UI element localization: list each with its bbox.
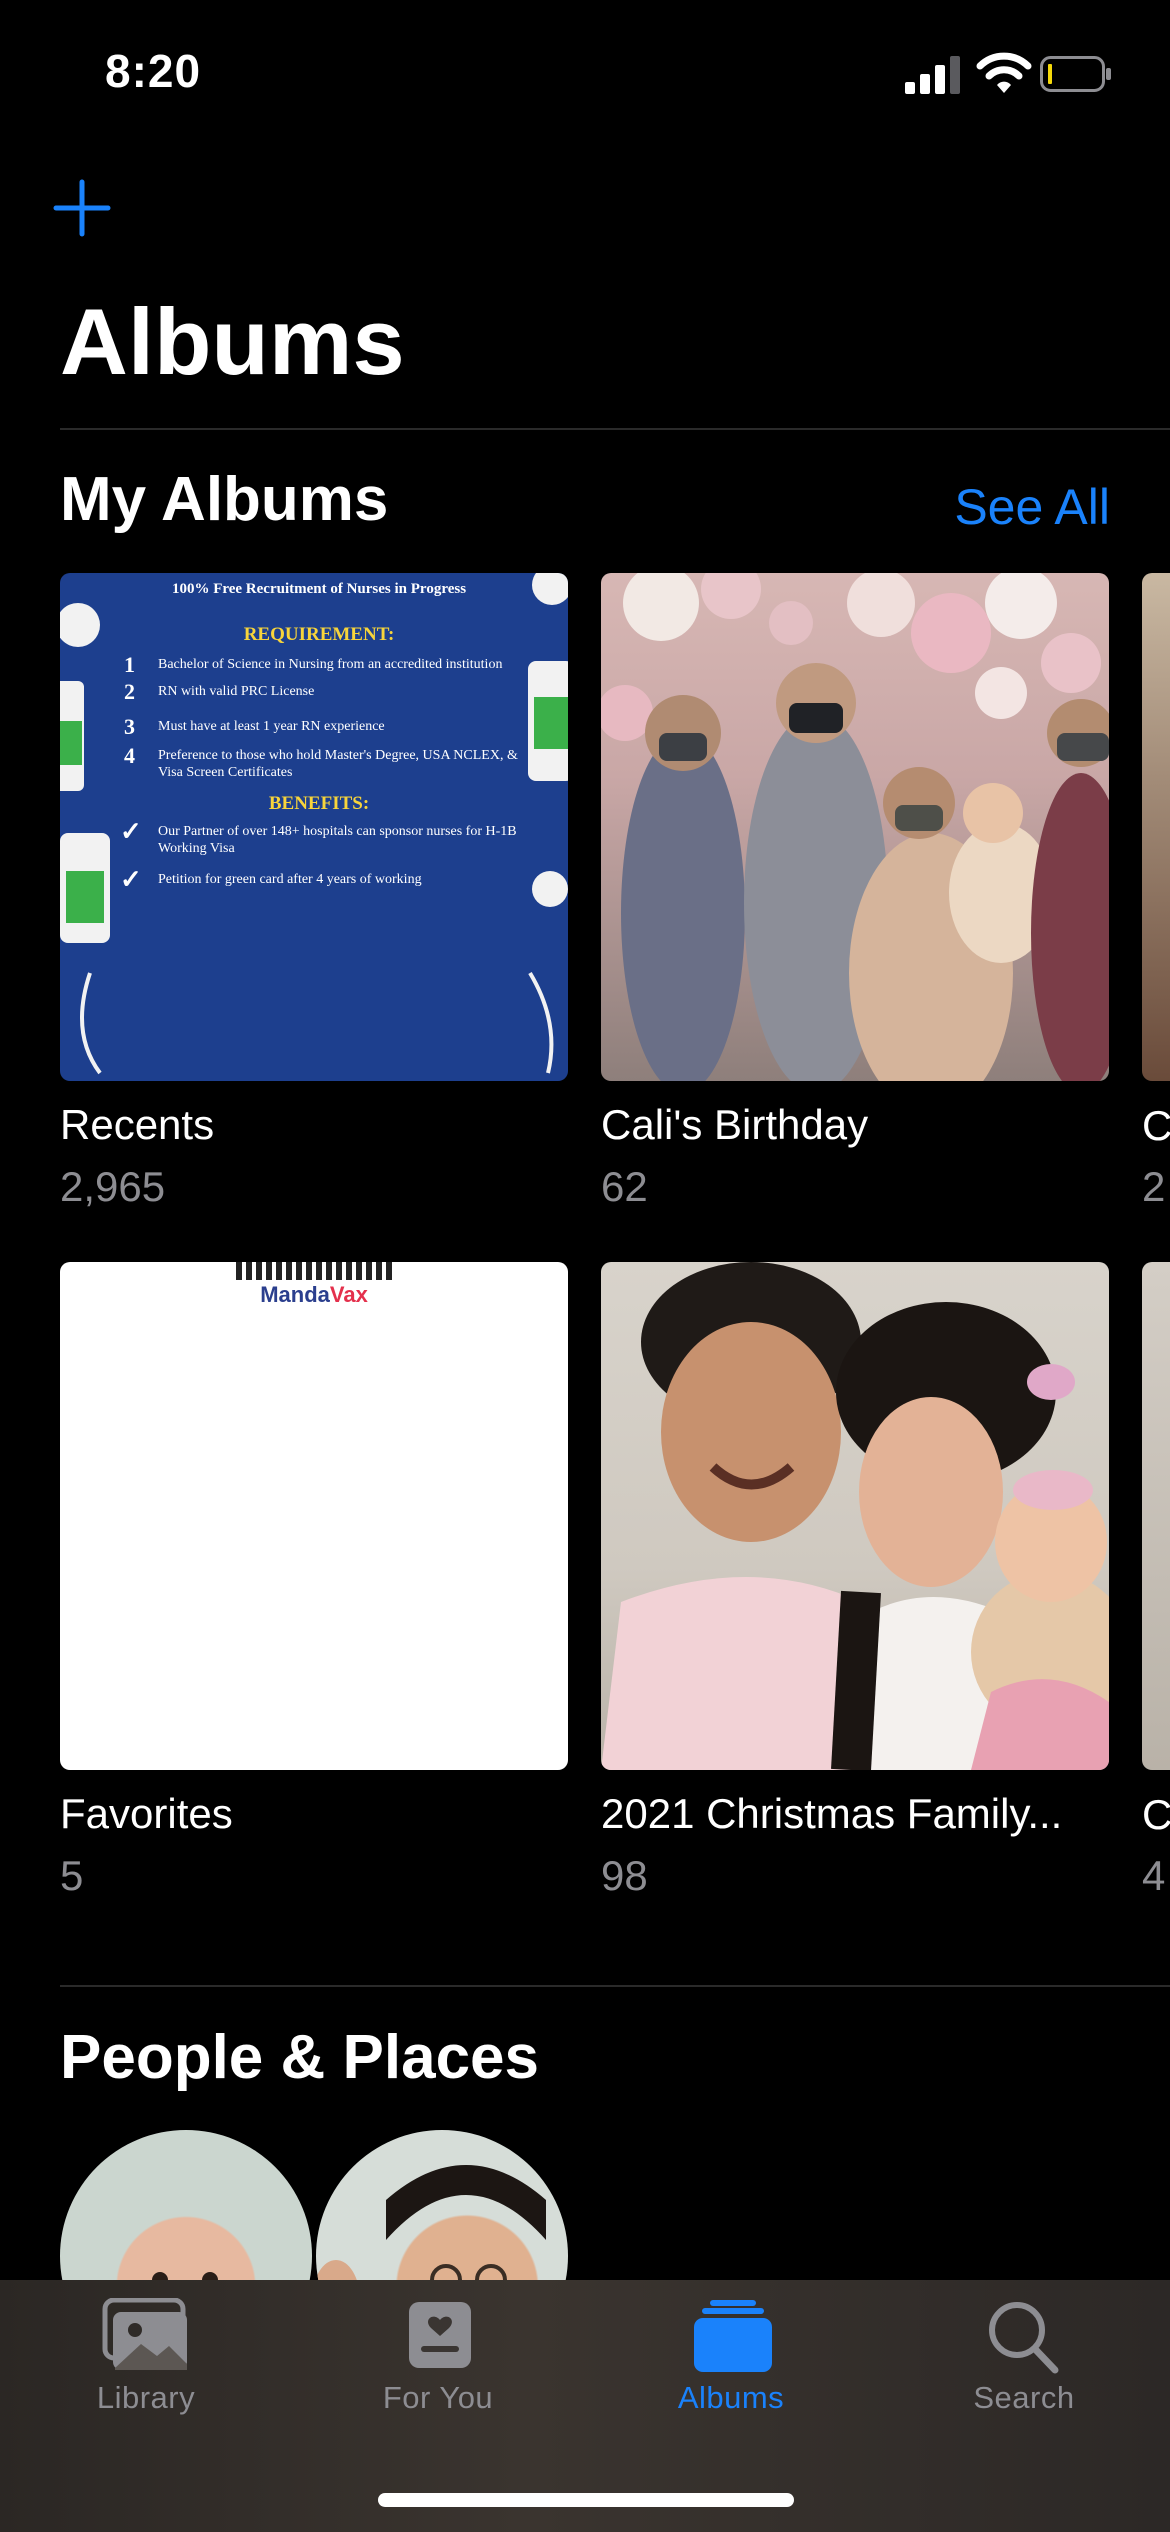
albums-icon	[694, 2300, 772, 2372]
album-count: 5	[60, 1852, 84, 1899]
tab-library[interactable]: Library	[26, 2298, 266, 2416]
requirement-item: 3 Must have at least 1 year RN experience	[124, 714, 385, 739]
divider	[60, 428, 1170, 430]
battery-icon	[1040, 56, 1111, 92]
album-name: C	[1142, 1102, 1170, 1149]
home-indicator	[378, 2493, 794, 2507]
wifi-icon	[976, 52, 1032, 93]
album-name: C	[1142, 1791, 1170, 1838]
album-count: 62	[601, 1163, 648, 1210]
tab-for-you[interactable]: For You	[318, 2298, 558, 2416]
tab-label: For You	[382, 2380, 494, 2415]
album-peek-thumbnail[interactable]	[1142, 1262, 1170, 1770]
album-name: Recents	[60, 1101, 215, 1148]
page-title: Albums	[60, 289, 405, 394]
status-bar: 8:20	[0, 0, 1170, 150]
album-thumbnail	[601, 573, 1109, 1081]
album-christmas-family[interactable]: 2021 Christmas Family... 98	[601, 1262, 1109, 1900]
album-thumbnail: 100% Free Recruitment of Nurses in Progr…	[60, 573, 568, 1081]
for-you-icon	[409, 2302, 471, 2368]
status-time: 8:20	[105, 45, 202, 97]
people-places-title: People & Places	[60, 2023, 540, 2092]
cellular-signal-icon	[905, 56, 960, 94]
requirement-item: 4 Preference to those who hold Master's D…	[124, 743, 518, 781]
add-album-button[interactable]	[52, 178, 112, 238]
search-icon	[989, 2302, 1059, 2374]
requirement-item: 2 RN with valid PRC License	[124, 679, 315, 704]
album-name: 2021 Christmas Family...	[601, 1790, 1063, 1837]
tab-search[interactable]: Search	[904, 2298, 1144, 2416]
birthday-photo-art	[601, 573, 1109, 1081]
album-count: 4	[1142, 1852, 1166, 1899]
tab-albums[interactable]: Albums	[611, 2298, 851, 2416]
christmas-photo-art	[601, 1262, 1109, 1770]
album-peek-thumbnail[interactable]	[1142, 573, 1170, 1081]
album-count: 98	[601, 1852, 648, 1899]
album-calis-birthday[interactable]: Cali's Birthday 62	[601, 573, 1109, 1211]
album-recents[interactable]: 100% Free Recruitment of Nurses in Progr…	[60, 573, 568, 1211]
photo-library-icon	[102, 2298, 187, 2370]
album-thumbnail	[601, 1262, 1109, 1770]
album-thumbnail: MandaVax	[60, 1262, 568, 1770]
tab-label: Albums	[677, 2380, 785, 2415]
tab-label: Library	[96, 2380, 196, 2415]
benefit-item: ✓ Petition for green card after 4 years o…	[120, 865, 422, 894]
divider	[60, 1985, 1170, 1987]
qr-code-fragment	[236, 1262, 392, 1280]
see-all-button[interactable]: See All	[954, 478, 1110, 536]
album-name: Favorites	[60, 1790, 233, 1837]
album-name: Cali's Birthday	[601, 1101, 869, 1148]
benefit-item: ✓ Our Partner of over 148+ hospitals can …	[120, 817, 517, 857]
tab-label: Search	[973, 2380, 1075, 2415]
recents-poster-text: 100% Free Recruitment of Nurses in Progr…	[118, 581, 520, 894]
album-favorites[interactable]: MandaVax Favorites 5	[60, 1262, 568, 1900]
requirement-item: 1 Bachelor of Science in Nursing from an …	[124, 652, 503, 677]
album-count: 2	[1142, 1163, 1166, 1210]
my-albums-title: My Albums	[60, 465, 389, 534]
album-count: 2,965	[60, 1163, 166, 1210]
mandavax-logo: MandaVax	[260, 1282, 368, 1307]
